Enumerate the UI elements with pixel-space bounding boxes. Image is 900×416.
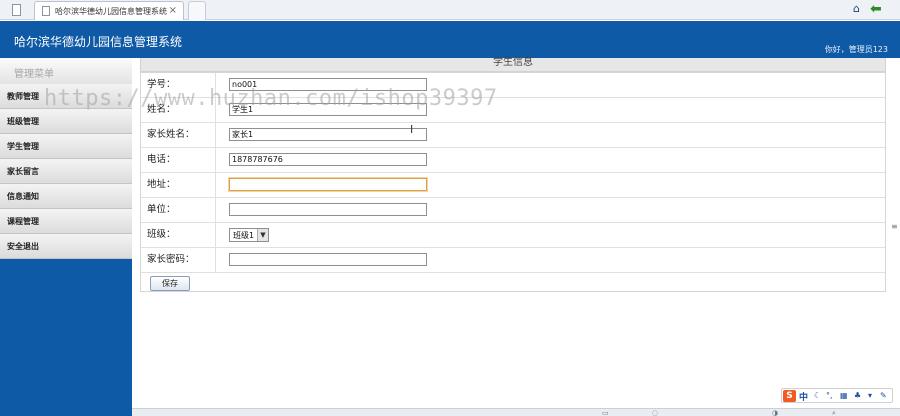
class-select-value: 班级1 <box>233 231 255 240</box>
form-row-class: 班级： 班级1 ▼ <box>141 223 885 248</box>
wrench-icon[interactable]: ✎ <box>880 391 887 400</box>
employer-label: 单位： <box>147 204 176 215</box>
cell-divider <box>215 248 216 272</box>
phone-label: 电话： <box>147 154 176 165</box>
parent-password-label: 家长密码： <box>147 254 195 265</box>
form-row-address: 地址： <box>141 173 885 198</box>
status-bar: ▭ ◌ ◑ ⌕ <box>132 408 900 416</box>
status-icon: ◑ <box>772 409 779 416</box>
page-icon[interactable] <box>12 4 21 16</box>
watermark: https://www.huzhan.com/ishop39397 <box>44 86 498 111</box>
house-icon[interactable]: ⌂ <box>850 2 863 16</box>
employer-input[interactable] <box>229 203 427 216</box>
ime-logo[interactable]: S <box>783 390 796 402</box>
sidebar-item-student-management[interactable]: 学生管理 <box>0 134 132 159</box>
document-icon <box>42 6 50 16</box>
moon-icon[interactable]: ☾ <box>814 391 821 400</box>
cell-divider <box>215 123 216 147</box>
sidebar-item-class-management[interactable]: 班级管理 <box>0 109 132 134</box>
form-row-employer: 单位： <box>141 198 885 223</box>
save-button[interactable]: 保存 <box>150 276 190 291</box>
menu-header: 管理菜单 <box>0 58 132 84</box>
form-row-phone: 电话： <box>141 148 885 173</box>
sidebar-item-parent-messages[interactable]: 家长留言 <box>0 159 132 184</box>
phone-input[interactable] <box>229 153 427 166</box>
cell-divider <box>215 173 216 197</box>
form-actions: 保存 <box>141 273 885 293</box>
sidebar-item-logout[interactable]: 安全退出 <box>0 234 132 259</box>
comma-icon[interactable]: °, <box>826 391 833 400</box>
main-content: 学生信息 学号： 姓名： 家长姓名： 电话： 地址： 单位： <box>132 57 900 416</box>
menu-title: 管理菜单 <box>14 69 54 80</box>
back-arrow-icon[interactable]: ⬅ <box>870 1 886 17</box>
scrollbar-grip-icon[interactable]: ≡ <box>891 222 898 231</box>
address-label: 地址： <box>147 179 176 190</box>
parent-password-input[interactable] <box>229 253 427 266</box>
sidebar: 管理菜单 教师管理 班级管理 学生管理 家长留言 信息通知 课程管理 安全退出 <box>0 58 132 416</box>
section-title: 学生信息 <box>493 57 533 68</box>
class-label: 班级： <box>147 229 176 240</box>
browser-tab[interactable]: 哈尔滨华德幼儿园信息管理系统 × <box>34 1 184 20</box>
cell-divider <box>215 223 216 247</box>
cell-divider <box>215 148 216 172</box>
browser-tab-strip: 哈尔滨华德幼儿园信息管理系统 × ⌂ ⬅ <box>0 0 900 20</box>
app-title: 哈尔滨华德幼儿园信息管理系统 <box>14 35 183 49</box>
tab-title: 哈尔滨华德幼儿园信息管理系统 <box>55 7 167 16</box>
status-icon: ◌ <box>652 409 659 416</box>
form-row-parent-password: 家长密码： <box>141 248 885 273</box>
ime-mode[interactable]: 中 <box>799 390 808 403</box>
form-row-parent-name: 家长姓名： <box>141 123 885 148</box>
section-header: 学生信息 <box>140 57 886 72</box>
shirt-icon[interactable]: ▾ <box>868 391 872 400</box>
cell-divider <box>215 198 216 222</box>
status-icon: ▭ <box>602 409 609 416</box>
status-icon: ⌕ <box>832 409 836 416</box>
text-cursor-icon: I <box>410 123 414 136</box>
parent-name-input[interactable] <box>229 128 427 141</box>
new-tab-button[interactable] <box>188 1 206 20</box>
class-select[interactable]: 班级1 ▼ <box>229 228 269 242</box>
ime-toolbar[interactable]: S 中 ☾ °, ▦ ♣ ▾ ✎ <box>781 388 893 403</box>
address-input[interactable] <box>229 178 427 191</box>
close-icon[interactable]: × <box>169 5 177 16</box>
chevron-down-icon[interactable]: ▼ <box>257 229 268 241</box>
parent-name-label: 家长姓名： <box>147 129 195 140</box>
shirt-icon[interactable]: ♣ <box>854 391 861 400</box>
keyboard-icon[interactable]: ▦ <box>840 391 848 400</box>
sidebar-item-course-management[interactable]: 课程管理 <box>0 209 132 234</box>
sidebar-item-notifications[interactable]: 信息通知 <box>0 184 132 209</box>
